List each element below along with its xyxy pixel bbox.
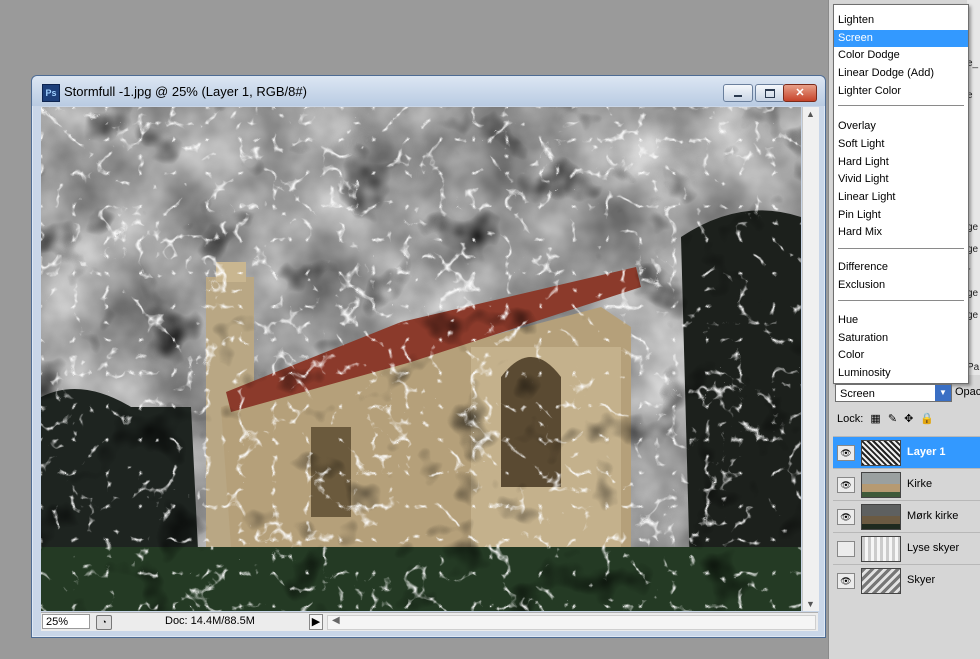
lock-all-icon[interactable]: 🔒	[920, 412, 934, 425]
blend-option-color[interactable]: Color	[838, 349, 864, 361]
layer-name: Kirke	[907, 478, 933, 490]
lock-label: Lock:	[837, 413, 864, 425]
storm-church-image	[41, 107, 801, 611]
layer-row-layer-1[interactable]: 👁 Layer 1	[833, 436, 980, 468]
blend-mode-dropdown-list[interactable]: Lighten Screen Color Dodge Linear Dodge …	[833, 4, 969, 384]
scroll-left-icon[interactable]: ◀	[332, 615, 340, 626]
blend-option-hue[interactable]: Hue	[838, 314, 858, 326]
zoom-field[interactable]: 25%	[42, 614, 90, 629]
blend-option-lighter-color[interactable]: Lighter Color	[838, 85, 901, 97]
minimize-button[interactable]	[723, 84, 753, 102]
blend-option-linear-light[interactable]: Linear Light	[838, 191, 896, 203]
lock-brush-icon[interactable]: ✎	[888, 412, 897, 425]
layers-panel: e_ e i ge ge r ge ge Pa Lighten Screen C…	[828, 0, 980, 659]
blend-option-saturation[interactable]: Saturation	[838, 332, 888, 344]
vertical-scrollbar[interactable]: ▲ ▼	[802, 107, 819, 611]
blend-option-luminosity[interactable]: Luminosity	[838, 367, 891, 379]
layer-thumbnail	[861, 440, 901, 466]
blend-option-color-dodge[interactable]: Color Dodge	[838, 49, 900, 61]
eye-icon[interactable]: 👁	[837, 445, 855, 461]
blend-option-pin-light[interactable]: Pin Light	[838, 209, 881, 221]
layer-thumbnail	[861, 568, 901, 594]
layer-thumbnail	[861, 472, 901, 498]
maximize-button[interactable]	[755, 84, 785, 102]
layer-name: Lyse skyer	[907, 542, 960, 554]
lock-move-icon[interactable]: ✥	[904, 412, 913, 425]
blend-option-soft-light[interactable]: Soft Light	[838, 138, 884, 150]
image-canvas[interactable]	[41, 107, 801, 611]
layer-row-kirke[interactable]: 👁 Kirke	[833, 468, 980, 500]
layer-row-mork-kirke[interactable]: 👁 Mørk kirke	[833, 500, 980, 532]
blend-option-lighten[interactable]: Lighten	[838, 14, 874, 26]
scroll-up-icon[interactable]: ▲	[806, 109, 815, 119]
status-bar: 25% ◔ Doc: 14.4M/88.5M ▶ ◀	[41, 612, 818, 631]
blend-option-exclusion[interactable]: Exclusion	[838, 279, 885, 291]
menu-separator	[838, 300, 964, 301]
eye-hidden-icon[interactable]	[837, 541, 855, 557]
eye-icon[interactable]: 👁	[837, 477, 855, 493]
document-window[interactable]: Ps Stormfull -1.jpg @ 25% (Layer 1, RGB/…	[31, 75, 826, 638]
blend-option-vivid-light[interactable]: Vivid Light	[838, 173, 889, 185]
eye-icon[interactable]: 👁	[837, 509, 855, 525]
blend-option-hard-light[interactable]: Hard Light	[838, 156, 889, 168]
blend-option-linear-dodge[interactable]: Linear Dodge (Add)	[838, 67, 934, 79]
blend-option-screen[interactable]: Screen	[834, 30, 968, 47]
layer-name: Layer 1	[907, 446, 946, 458]
layer-row-lyse-skyer[interactable]: Lyse skyer	[833, 532, 980, 564]
horizontal-scrollbar[interactable]: ◀	[327, 615, 816, 630]
layer-row-skyer[interactable]: 👁 Skyer	[833, 564, 980, 596]
close-button[interactable]	[783, 84, 817, 102]
menu-separator	[838, 248, 964, 249]
layer-thumbnail	[861, 536, 901, 562]
blend-option-difference[interactable]: Difference	[838, 261, 888, 273]
blend-option-hard-mix[interactable]: Hard Mix	[838, 226, 882, 238]
scroll-down-icon[interactable]: ▼	[806, 599, 815, 609]
status-menu-arrow-icon[interactable]: ▶	[309, 614, 323, 630]
layer-name: Mørk kirke	[907, 510, 959, 522]
photoshop-icon: Ps	[42, 84, 60, 102]
status-info-icon[interactable]: ◔	[96, 615, 112, 630]
opacity-label: Opac	[955, 386, 980, 398]
layer-thumbnail	[861, 504, 901, 530]
menu-separator	[838, 105, 964, 106]
blend-option-overlay[interactable]: Overlay	[838, 120, 876, 132]
document-title-bar[interactable]: Ps Stormfull -1.jpg @ 25% (Layer 1, RGB/…	[32, 76, 825, 106]
eye-icon[interactable]: 👁	[837, 573, 855, 589]
layer-name: Skyer	[907, 574, 936, 586]
lock-row: Lock: ▦ ✎ ✥ 🔒	[837, 412, 938, 425]
chevron-down-icon[interactable]: ▼	[935, 385, 951, 401]
lock-transparency-icon[interactable]: ▦	[870, 412, 880, 425]
document-title: Stormfull -1.jpg @ 25% (Layer 1, RGB/8#)	[64, 84, 307, 99]
doc-size-info: Doc: 14.4M/88.5M	[165, 615, 255, 627]
